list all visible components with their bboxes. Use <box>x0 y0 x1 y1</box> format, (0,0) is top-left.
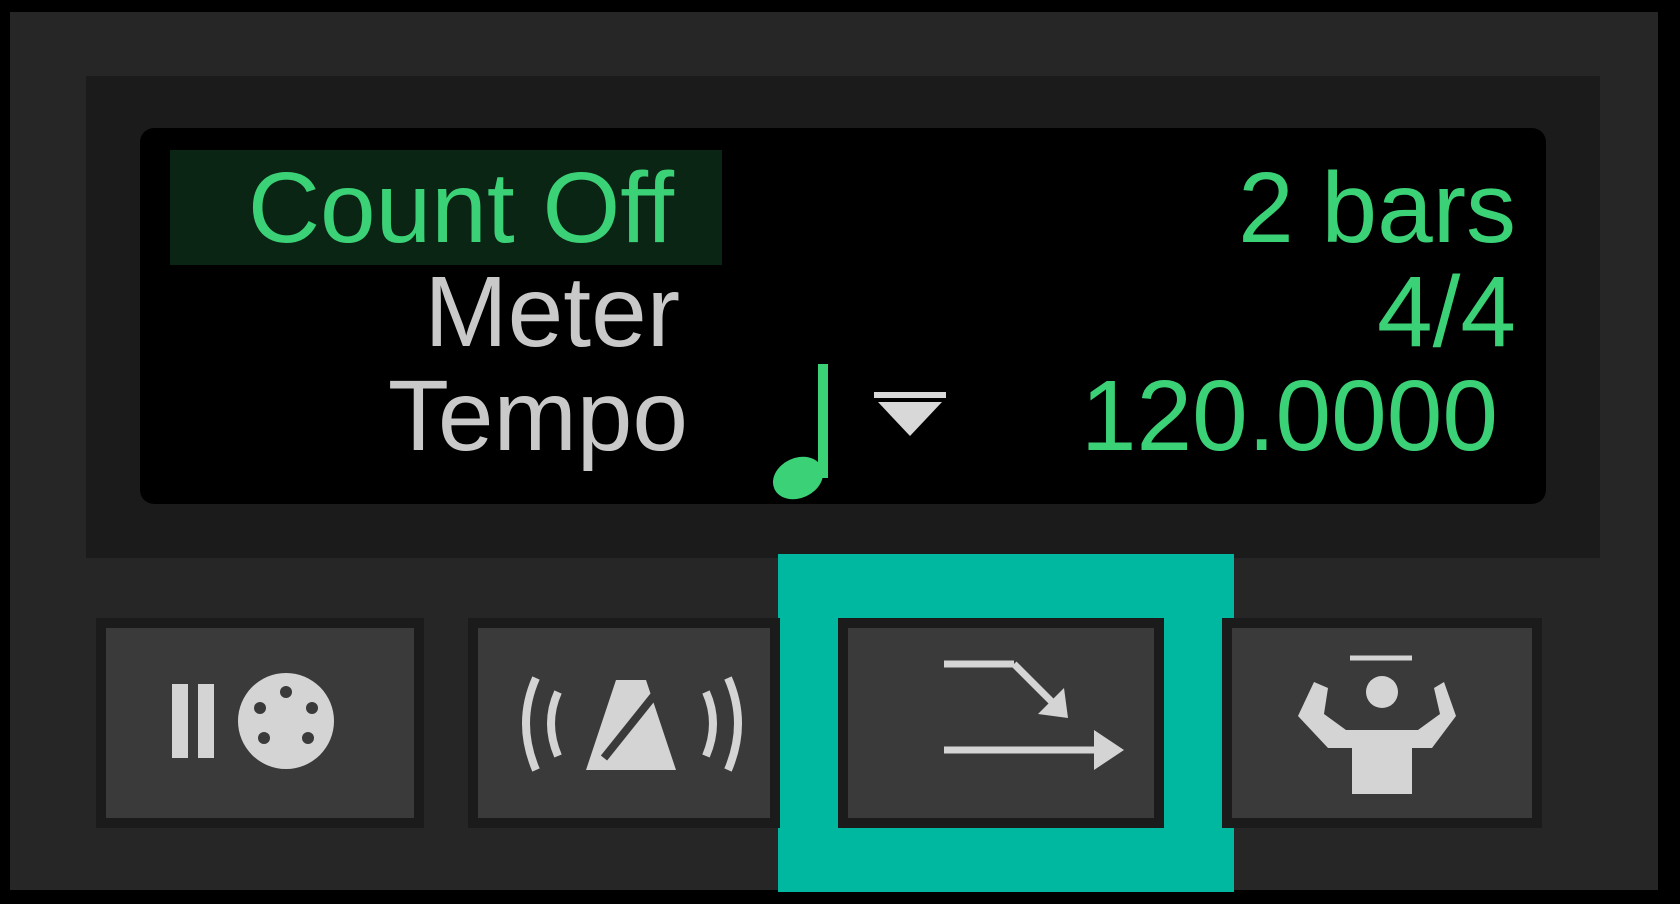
count-off-label[interactable]: Count Off <box>170 158 674 258</box>
count-off-value[interactable]: 2 bars <box>1100 158 1516 258</box>
conductor-icon <box>1298 655 1456 794</box>
metronome-button[interactable] <box>468 618 780 828</box>
midi-pause-button[interactable] <box>96 618 424 828</box>
dropdown-triangle-icon[interactable] <box>874 392 946 438</box>
meter-value[interactable]: 4/4 <box>1100 262 1516 362</box>
tempo-value[interactable]: 120.0000 <box>1040 366 1498 466</box>
wait-for-note-button[interactable] <box>838 618 1164 828</box>
meter-label[interactable]: Meter <box>170 262 680 362</box>
pause-midi-icon <box>172 673 334 769</box>
quarter-note-icon[interactable] <box>770 360 850 505</box>
wait-arrow-icon <box>944 660 1124 770</box>
conductor-button[interactable] <box>1222 618 1542 828</box>
transport-window: Count Off 2 bars Meter 4/4 Tempo 120.000… <box>0 0 1680 904</box>
metronome-icon <box>522 676 742 772</box>
tempo-label[interactable]: Tempo <box>170 366 688 466</box>
